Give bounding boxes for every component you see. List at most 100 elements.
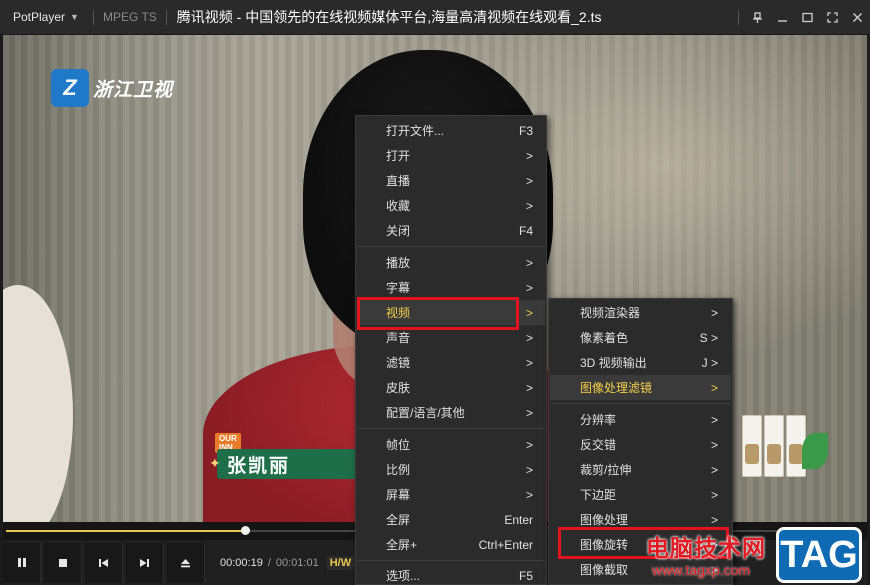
app-name: PotPlayer xyxy=(13,10,66,24)
total-duration: 00:01:01 xyxy=(275,556,319,569)
menu-item-label: 播放 xyxy=(386,256,411,270)
submenu-arrow: > xyxy=(525,148,533,163)
menu-item-label: 全屏 xyxy=(386,513,411,527)
previous-button[interactable] xyxy=(85,542,123,583)
menu-item-video[interactable]: 视频 > xyxy=(357,300,545,325)
divider xyxy=(93,9,94,25)
menu-item-shortcut: J > xyxy=(701,355,718,370)
format-label: MPEG TS xyxy=(103,10,157,24)
menu-item-image-filters[interactable]: 图像处理滤镜 > xyxy=(550,375,731,400)
menu-divider xyxy=(357,560,545,561)
next-button[interactable] xyxy=(126,542,164,583)
channel-logo: Z 浙江卫视 xyxy=(51,69,173,107)
menu-item-subtitles[interactable]: 字幕 > xyxy=(357,275,545,300)
submenu-arrow: > xyxy=(525,330,533,345)
menu-item-deinterlace[interactable]: 反交错 > xyxy=(550,432,731,457)
menu-divider xyxy=(357,246,545,247)
menu-item-aspect-ratio[interactable]: 比例 > xyxy=(357,457,545,482)
submenu-arrow: > xyxy=(525,462,533,477)
eject-icon xyxy=(181,558,190,567)
menu-item-pixel-shader[interactable]: 像素着色 S > xyxy=(550,325,731,350)
submenu-arrow: > xyxy=(525,173,533,188)
menu-item-fullscreen-plus[interactable]: 全屏+ Ctrl+Enter xyxy=(357,532,545,557)
menu-item-close[interactable]: 关闭 F4 xyxy=(357,218,545,243)
drink-carton xyxy=(742,415,762,477)
menu-item-3d-output[interactable]: 3D 视频输出 J > xyxy=(550,350,731,375)
menu-item-audio[interactable]: 声音 > xyxy=(357,325,545,350)
menu-item-video-renderer[interactable]: 视频渲染器 > xyxy=(550,300,731,325)
menu-item-options[interactable]: 选项... F5 xyxy=(357,563,545,585)
menu-item-frame[interactable]: 帧位 > xyxy=(357,432,545,457)
window-title: 腾讯视频 - 中国领先的在线视频媒体平台,海量高清视频在线观看_2.ts xyxy=(176,9,602,25)
seek-handle[interactable] xyxy=(241,526,250,535)
potplayer-menu-button[interactable]: PotPlayer ▼ xyxy=(0,0,89,35)
pause-button[interactable] xyxy=(3,542,41,583)
menu-item-label: 3D 视频输出 xyxy=(580,356,647,370)
maximize-icon[interactable] xyxy=(795,5,820,30)
menu-item-label: 下边距 xyxy=(580,488,617,502)
menu-item-shortcut: F5 xyxy=(518,568,533,583)
channel-logo-icon: Z xyxy=(51,69,89,107)
submenu-arrow: > xyxy=(525,280,533,295)
eject-button[interactable] xyxy=(167,542,205,583)
menu-item-label: 像素着色 xyxy=(580,331,629,345)
menu-item-crop-stretch[interactable]: 裁剪/拉伸 > xyxy=(550,457,731,482)
menu-item-label: 分辨率 xyxy=(580,413,617,427)
submenu-arrow: > xyxy=(710,462,718,477)
time-display: 00:00:19 / 00:01:01 xyxy=(220,557,319,569)
menu-item-bottom-margin[interactable]: 下边距 > xyxy=(550,482,731,507)
submenu-arrow: > xyxy=(525,355,533,370)
skip-forward-icon xyxy=(140,558,149,567)
menu-item-label: 字幕 xyxy=(386,281,411,295)
menu-item-screen[interactable]: 屏幕 > xyxy=(357,482,545,507)
menu-item-filters[interactable]: 滤镜 > xyxy=(357,350,545,375)
submenu-arrow: > xyxy=(525,437,533,452)
pause-icon xyxy=(17,558,26,567)
menu-item-label: 屏幕 xyxy=(386,488,411,502)
hardware-decode-toggle[interactable]: H/W xyxy=(326,555,355,570)
menu-item-label: 关闭 xyxy=(386,224,411,238)
menu-item-label: 反交错 xyxy=(580,438,617,452)
watermark-badge: TAG xyxy=(776,527,862,583)
submenu-arrow: > xyxy=(525,487,533,502)
menu-item-config-language-other[interactable]: 配置/语言/其他 > xyxy=(357,400,545,425)
current-time: 00:00:19 xyxy=(220,556,263,569)
menu-item-label: 选项... xyxy=(386,569,421,583)
menu-item-label: 皮肤 xyxy=(386,381,411,395)
menu-item-favorites[interactable]: 收藏 > xyxy=(357,193,545,218)
minimize-icon[interactable] xyxy=(770,5,795,30)
menu-item-live[interactable]: 直播 > xyxy=(357,168,545,193)
stop-icon xyxy=(58,558,67,567)
close-icon[interactable] xyxy=(845,5,870,30)
menu-item-label: 裁剪/拉伸 xyxy=(580,463,632,477)
skip-back-icon xyxy=(99,558,108,567)
watermark-url: www.tagxp.com xyxy=(652,562,751,578)
menu-item-skins[interactable]: 皮肤 > xyxy=(357,375,545,400)
product-placement xyxy=(738,415,828,485)
submenu-arrow: > xyxy=(710,437,718,452)
context-menu: 打开文件... F3 打开 > 直播 > 收藏 > 关闭 F4 播放 > 字幕 > 视频 > 声… xyxy=(355,115,547,585)
submenu-arrow: > xyxy=(710,380,718,395)
menu-item-open[interactable]: 打开 > xyxy=(357,143,545,168)
menu-item-fullscreen[interactable]: 全屏 Enter xyxy=(357,507,545,532)
menu-item-resolution[interactable]: 分辨率 > xyxy=(550,407,731,432)
submenu-arrow: > xyxy=(710,412,718,427)
menu-item-open-file[interactable]: 打开文件... F3 xyxy=(357,118,545,143)
menu-divider xyxy=(357,428,545,429)
submenu-arrow: > xyxy=(710,512,718,527)
title-bar: PotPlayer ▼ MPEG TS 腾讯视频 - 中国领先的在线视频媒体平台… xyxy=(0,0,870,35)
menu-item-label: 图像旋转 xyxy=(580,538,629,552)
fullscreen-icon[interactable] xyxy=(820,5,845,30)
menu-item-label: 直播 xyxy=(386,174,411,188)
drink-carton xyxy=(764,415,784,477)
menu-item-shortcut: Ctrl+Enter xyxy=(478,537,533,552)
submenu-arrow: > xyxy=(525,255,533,270)
stop-button[interactable] xyxy=(44,542,82,583)
menu-item-label: 滤镜 xyxy=(386,356,411,370)
menu-item-playback[interactable]: 播放 > xyxy=(357,250,545,275)
menu-item-label: 打开 xyxy=(386,149,411,163)
divider xyxy=(165,9,167,25)
divider xyxy=(738,10,739,25)
menu-item-label: 声音 xyxy=(386,331,411,345)
pin-icon[interactable] xyxy=(745,5,770,30)
